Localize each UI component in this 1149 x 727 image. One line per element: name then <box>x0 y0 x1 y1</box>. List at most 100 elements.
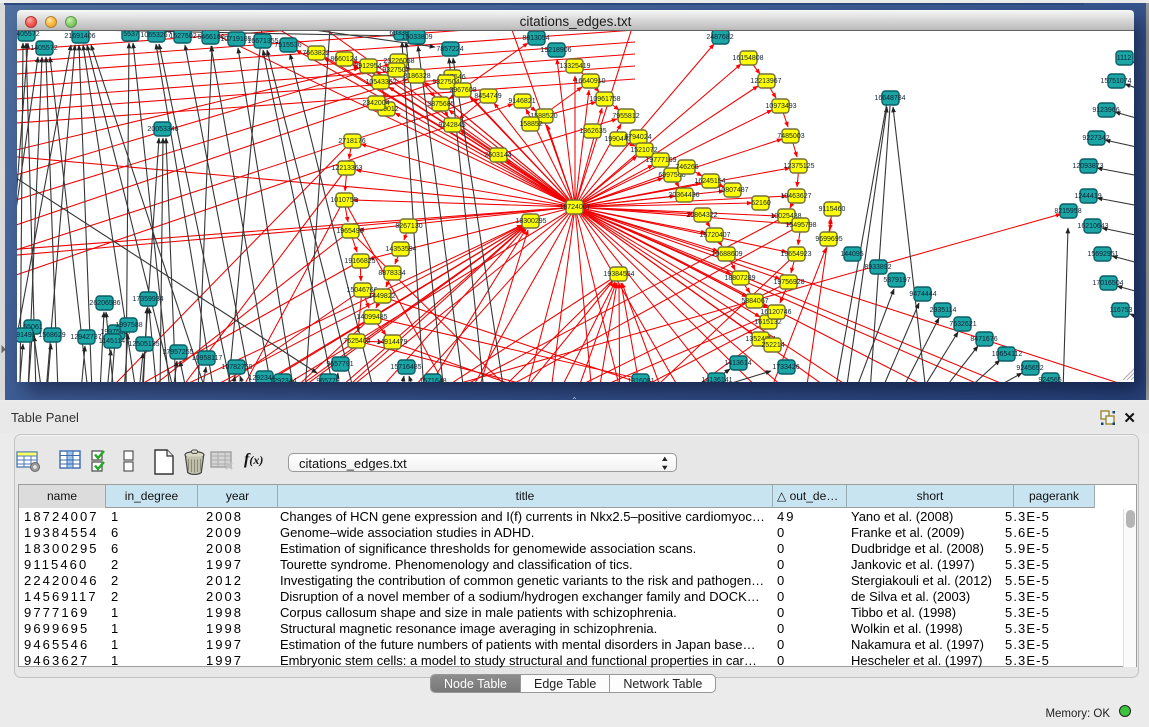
svg-text:5537: 5537 <box>123 31 139 38</box>
svg-text:16154808: 16154808 <box>732 55 763 62</box>
svg-text:8813054: 8813054 <box>522 35 549 42</box>
svg-text:10961758: 10961758 <box>589 96 620 103</box>
svg-text:1362635: 1362635 <box>579 128 606 135</box>
svg-text:8660124: 8660124 <box>330 56 357 63</box>
svg-text:16210643: 16210643 <box>1077 223 1108 230</box>
svg-text:2718176: 2718176 <box>338 138 365 145</box>
svg-text:6794024: 6794024 <box>624 134 651 141</box>
svg-text:924565: 924565 <box>1038 377 1061 382</box>
svg-text:2487682: 2487682 <box>706 34 733 41</box>
svg-text:17957255: 17957255 <box>162 349 193 356</box>
svg-text:16120746: 16120746 <box>760 309 791 316</box>
svg-text:1615132: 1615132 <box>754 319 781 326</box>
svg-text:19166825: 19166825 <box>344 258 375 265</box>
svg-text:20864322: 20864322 <box>686 212 717 219</box>
svg-text:10654112: 10654112 <box>992 351 1023 358</box>
svg-text:10653267: 10653267 <box>140 32 171 39</box>
svg-text:7632621: 7632621 <box>949 321 976 328</box>
svg-text:19463627: 19463627 <box>780 193 811 200</box>
svg-text:2603144: 2603144 <box>484 152 511 159</box>
svg-text:1449822: 1449822 <box>368 293 395 300</box>
svg-text:15751074: 15751074 <box>1100 78 1131 85</box>
svg-text:1405572: 1405572 <box>30 45 57 52</box>
svg-text:7485003: 7485003 <box>777 133 804 140</box>
svg-text:13325419: 13325419 <box>559 63 590 70</box>
svg-text:15720407: 15720407 <box>699 232 730 239</box>
svg-text:7515536: 7515536 <box>274 42 301 49</box>
svg-text:12375125: 12375125 <box>783 163 814 170</box>
svg-text:10688609: 10688609 <box>711 251 742 258</box>
svg-text:15692951: 15692951 <box>1087 251 1118 258</box>
svg-text:1997588: 1997588 <box>115 322 142 329</box>
svg-text:19777169: 19777169 <box>645 157 676 164</box>
svg-text:7857224: 7857224 <box>436 46 463 53</box>
svg-text:18807289: 18807289 <box>724 275 755 282</box>
svg-text:5884067: 5884067 <box>741 298 768 305</box>
svg-text:12213967: 12213967 <box>750 78 781 85</box>
svg-text:16648784: 16648784 <box>874 95 905 102</box>
svg-text:12505135: 12505135 <box>128 341 159 348</box>
svg-text:9474444: 9474444 <box>909 291 936 298</box>
svg-text:8471676: 8471676 <box>970 336 997 343</box>
svg-text:10807487: 10807487 <box>717 187 748 194</box>
svg-text:14353594: 14353594 <box>385 246 416 253</box>
svg-text:10973493: 10973493 <box>765 103 796 110</box>
svg-text:16245154: 16245154 <box>694 178 725 185</box>
svg-text:1405572: 1405572 <box>17 31 40 38</box>
svg-text:252214: 252214 <box>761 342 784 349</box>
svg-text:158852: 158852 <box>519 121 542 128</box>
svg-text:144095: 144095 <box>840 251 863 258</box>
svg-text:1733426: 1733426 <box>772 364 799 371</box>
svg-text:1413614: 1413614 <box>724 360 751 367</box>
svg-text:746266: 746266 <box>675 164 698 171</box>
svg-text:5879197: 5879197 <box>883 277 910 284</box>
svg-text:116753: 116753 <box>1110 307 1133 314</box>
svg-text:1145114: 1145114 <box>99 338 125 345</box>
svg-text:9115460: 9115460 <box>819 206 846 213</box>
svg-text:1316081: 1316081 <box>627 378 654 382</box>
svg-text:1292344: 1292344 <box>269 378 296 382</box>
svg-text:17016504: 17016504 <box>1092 280 1123 287</box>
svg-text:14099485: 14099485 <box>356 314 387 321</box>
svg-text:1527602: 1527602 <box>169 33 196 40</box>
svg-text:16640910: 16640910 <box>574 78 605 85</box>
svg-text:12093873: 12093873 <box>1072 163 1103 170</box>
svg-text:1571648: 1571648 <box>419 378 446 382</box>
svg-text:7955812: 7955812 <box>612 113 639 120</box>
svg-text:9245652: 9245652 <box>1016 365 1043 372</box>
svg-text:8186328: 8186328 <box>403 73 430 80</box>
svg-text:2342004: 2342004 <box>362 100 389 107</box>
svg-text:17359934: 17359934 <box>132 296 163 303</box>
svg-text:8878334: 8878334 <box>378 270 405 277</box>
svg-text:19384554: 19384554 <box>603 271 634 278</box>
svg-text:14136141: 14136141 <box>701 377 732 382</box>
svg-text:1010755: 1010755 <box>330 197 357 204</box>
svg-text:391491: 391491 <box>17 332 36 339</box>
svg-text:14914479: 14914479 <box>376 339 407 346</box>
svg-text:7625402: 7625402 <box>343 338 370 345</box>
svg-text:15716485: 15716485 <box>390 364 421 371</box>
svg-text:7663822: 7663822 <box>302 50 329 57</box>
svg-text:20053346: 20053346 <box>147 126 178 133</box>
svg-text:8933892: 8933892 <box>864 264 891 271</box>
svg-text:19218906: 19218906 <box>540 47 571 54</box>
svg-text:12942737: 12942737 <box>70 334 101 341</box>
svg-text:62160: 62160 <box>751 200 771 207</box>
svg-text:1965498: 1965498 <box>336 228 363 235</box>
svg-text:18300295: 18300295 <box>515 218 546 225</box>
svg-text:1568629: 1568629 <box>38 332 65 339</box>
svg-text:965779: 965779 <box>316 378 339 382</box>
svg-text:15495798: 15495798 <box>785 222 816 229</box>
svg-text:2935114: 2935114 <box>930 307 957 314</box>
svg-text:19654923: 19654923 <box>780 251 811 258</box>
svg-text:9123966: 9123966 <box>1092 107 1119 114</box>
svg-text:20364436: 20364436 <box>668 192 699 199</box>
svg-text:8215958: 8215958 <box>1054 208 1081 215</box>
svg-text:10782759: 10782759 <box>221 364 252 371</box>
svg-text:10543362: 10543362 <box>365 79 396 86</box>
svg-text:16033809: 16033809 <box>401 34 432 41</box>
svg-text:9227342: 9227342 <box>1082 135 1109 142</box>
svg-text:3912954: 3912954 <box>354 63 381 70</box>
svg-text:21691406: 21691406 <box>64 33 95 40</box>
svg-text:9146821: 9146821 <box>508 98 535 105</box>
